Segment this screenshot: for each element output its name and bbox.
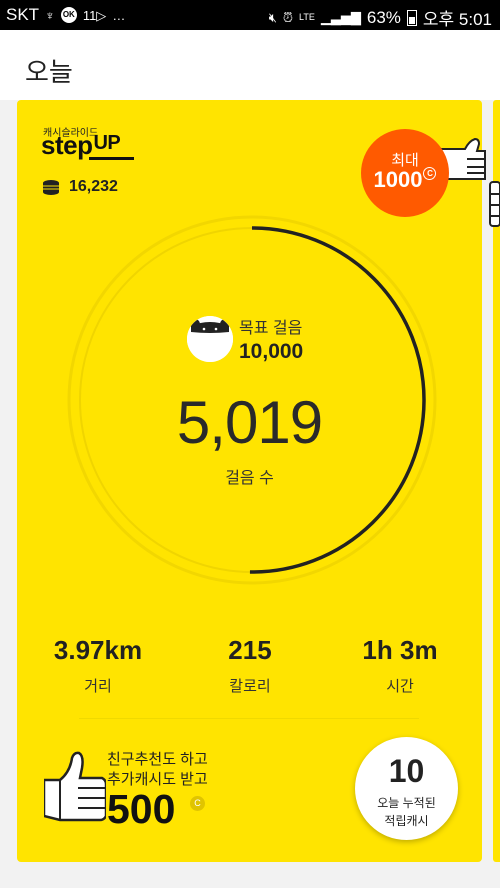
distance-stat: 3.97km 거리 (23, 635, 173, 696)
battery-icon (406, 9, 417, 26)
logo-step: step (41, 130, 93, 160)
calories-value: 215 (228, 635, 272, 665)
distance-label: 거리 (84, 678, 112, 695)
calories-stat: 215 칼로리 (175, 635, 325, 696)
thumbs-up-icon (44, 751, 106, 822)
earned-cash-badge[interactable]: 10 오늘 누적된 적립캐시 (355, 737, 458, 840)
next-card-hand-icon (489, 181, 500, 227)
more-notifications-icon: … (112, 7, 126, 23)
stepup-card[interactable]: 캐시슬라이드 stepUP 16,232 최대 1000 C 목표 걸음 10,… (17, 100, 486, 862)
time-label: 시간 (386, 678, 414, 695)
logo-underline (89, 157, 134, 160)
step-count-label: 걸음 수 (225, 470, 274, 487)
panda-avatar (187, 316, 233, 362)
earned-cash-label-2: 적립캐시 (384, 814, 429, 828)
coin-count: 16,232 (69, 178, 118, 195)
divider (79, 718, 419, 719)
time-value: 1h 3m (362, 635, 438, 665)
logo-up: UP (93, 132, 121, 154)
notification-icon: 11▷ (82, 7, 107, 23)
panda-icon (187, 316, 233, 362)
battery-percent: 63% (366, 7, 401, 27)
goal-value: 10,000 (239, 340, 304, 363)
cash-mark-icon: C (423, 167, 437, 180)
cash-mark-small-icon: C (190, 796, 205, 811)
page-title: 오늘 (25, 57, 73, 87)
usb-icon: ♆ (45, 7, 55, 23)
calories-label: 칼로리 (229, 678, 271, 695)
max-reward-badge[interactable]: 최대 1000 C (361, 129, 449, 217)
coin-balance: 16,232 (41, 178, 118, 196)
status-bar: SKT ♆ OK 11▷ … 🔇︎ ⏰︎ LTE ▁▃▅▇ 63% 오후 5:0… (0, 0, 500, 30)
promo-line-1: 친구추천도 하고 (107, 751, 208, 768)
distance-value: 3.97km (53, 635, 143, 665)
alarm-icon: ⏰︎ (282, 10, 294, 25)
lte-icon: LTE (299, 12, 315, 22)
earned-cash-value: 10 (388, 753, 425, 789)
time-stat: 1h 3m 시간 (325, 635, 475, 696)
mute-icon: 🔇︎ (268, 10, 277, 25)
signal-icon: ▁▃▅▇ (320, 10, 361, 25)
carrier-label: SKT (6, 5, 40, 24)
ok-cashbag-icon: OK (60, 7, 77, 23)
step-count: 5,019 (176, 389, 323, 456)
earned-cash-label-1: 오늘 누적된 (377, 796, 436, 810)
coins-icon (43, 180, 59, 195)
clock: 오후 5:01 (422, 10, 492, 29)
page-header: 오늘 (0, 30, 500, 100)
max-reward-value: 1000 C (361, 167, 449, 193)
goal-label: 목표 걸음 (239, 320, 303, 337)
promo-amount[interactable]: 500 (107, 786, 175, 833)
